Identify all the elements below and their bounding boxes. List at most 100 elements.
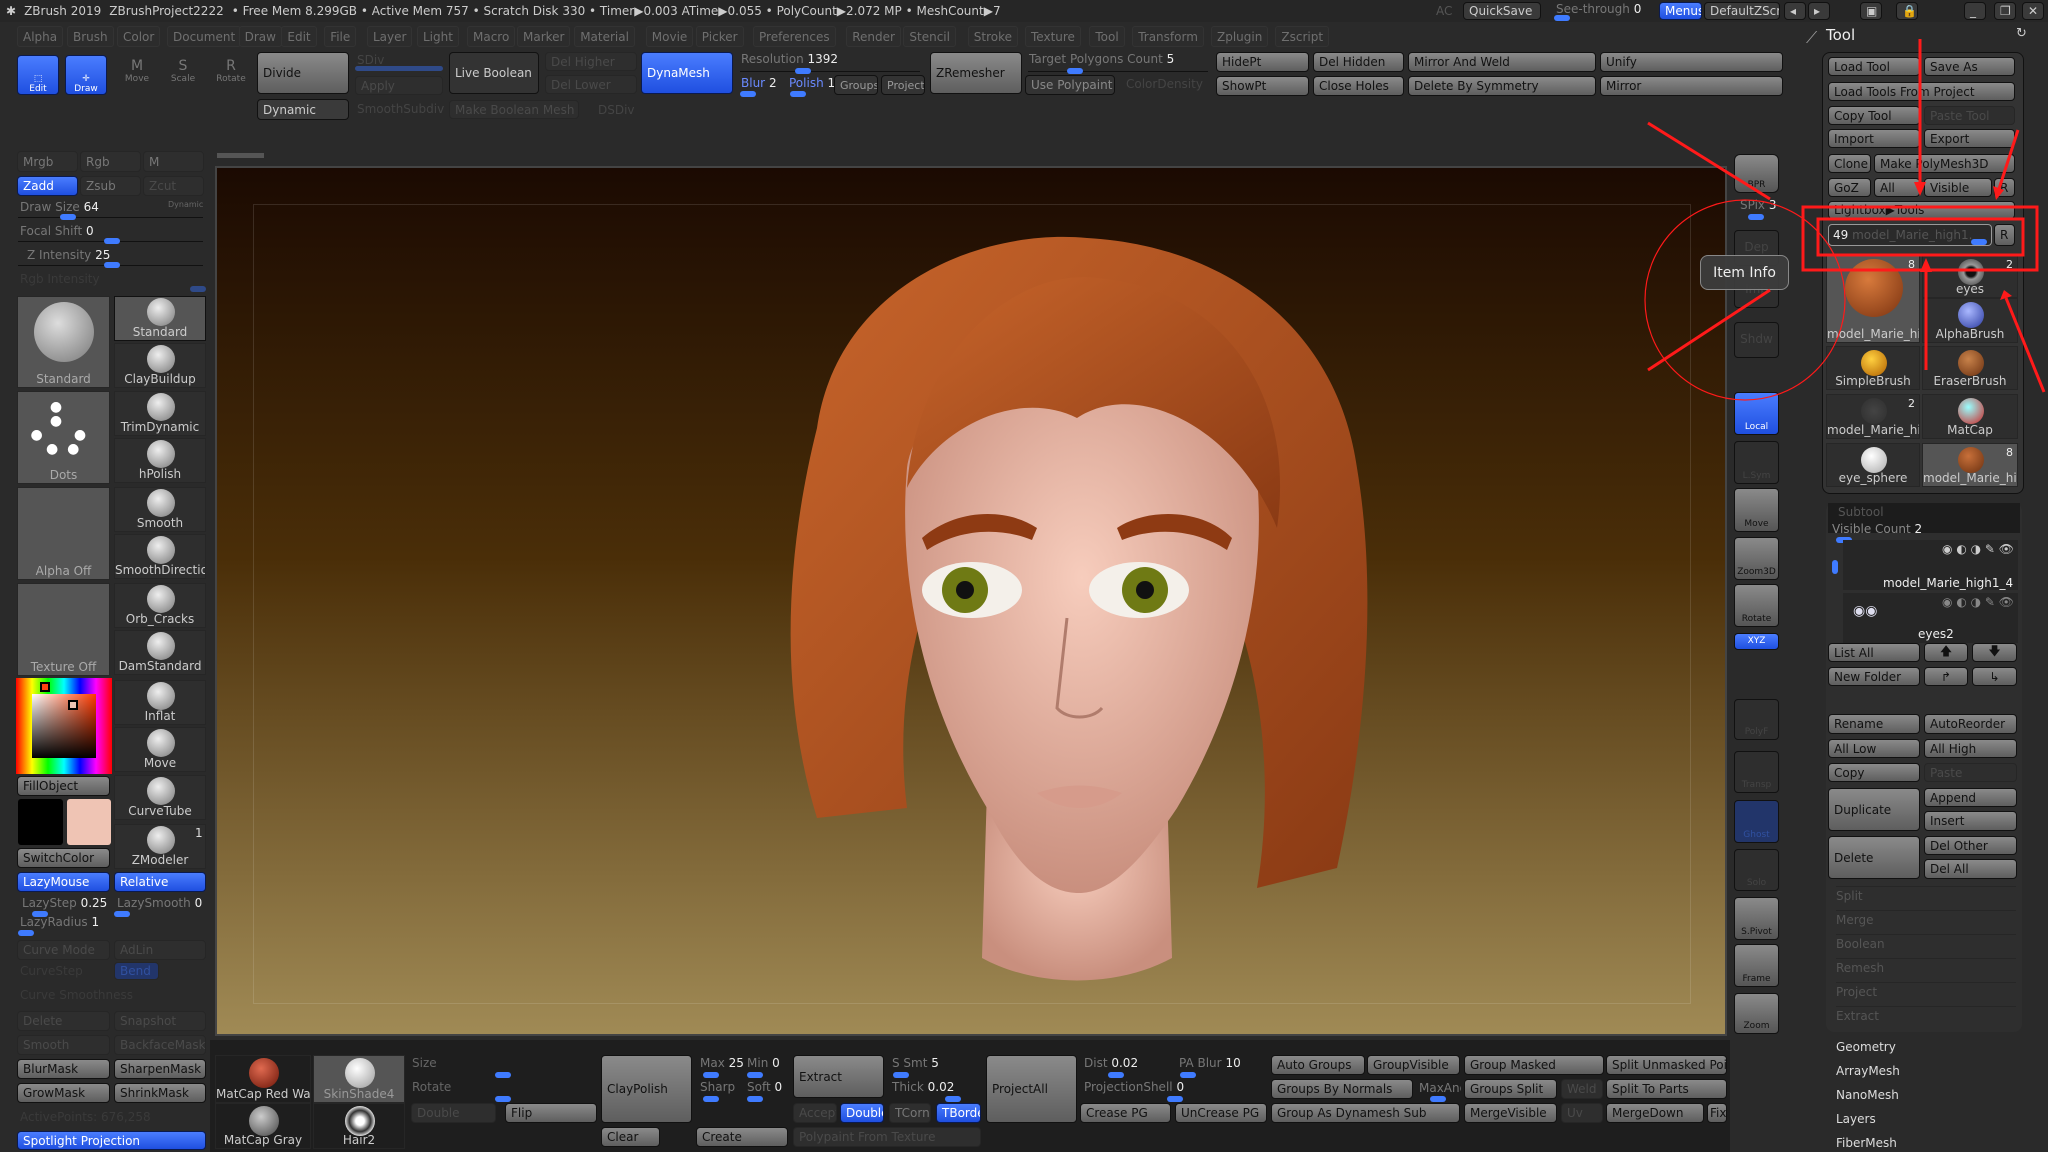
del-lower-button[interactable]: Del Lower: [545, 75, 637, 94]
local-button[interactable]: Local: [1734, 392, 1779, 435]
adlin-button[interactable]: AdLin: [114, 940, 206, 960]
lazyradius-slider[interactable]: LazyRadius 1: [20, 915, 99, 929]
subtool-section-boolean[interactable]: Boolean: [1836, 934, 2016, 951]
zoom3d-button[interactable]: Zoom3D: [1734, 537, 1779, 580]
dist-slider[interactable]: Dist 0.02: [1084, 1056, 1138, 1070]
export-button[interactable]: Export: [1924, 129, 2015, 148]
divide-button[interactable]: Divide: [257, 52, 349, 94]
menu-layer[interactable]: Layer: [367, 26, 413, 47]
dynamic-toggle[interactable]: Dynamic: [168, 200, 203, 209]
lazystep-slider[interactable]: LazyStep 0.25: [22, 896, 107, 910]
brush-hpolish[interactable]: hPolish: [114, 438, 206, 483]
delete-by-symmetry-button[interactable]: Delete By Symmetry: [1408, 76, 1596, 96]
mirror-and-weld-button[interactable]: Mirror And Weld: [1408, 52, 1596, 72]
curvestep-slider[interactable]: CurveStep: [20, 964, 83, 978]
menu-texture[interactable]: Texture: [1025, 26, 1081, 47]
material-matcap-gray[interactable]: MatCap Gray: [215, 1103, 311, 1149]
bend-button[interactable]: Bend: [114, 962, 159, 980]
group-masked-button[interactable]: Group Masked: [1464, 1055, 1604, 1075]
subtool-item[interactable]: ◉◉ eyes2 ◉ ◐ ◑ ✎ 👁: [1843, 593, 2018, 643]
list-all-button[interactable]: List All: [1828, 643, 1920, 662]
turn-down-arrow-icon[interactable]: ↳: [1972, 667, 2017, 686]
rename-button[interactable]: Rename: [1828, 714, 1920, 734]
sharp-slider[interactable]: Sharp: [700, 1080, 735, 1094]
subtool-section-merge[interactable]: Merge: [1836, 910, 2016, 927]
merge-down-button[interactable]: MergeDown: [1606, 1103, 1704, 1123]
fill-object-button[interactable]: FillObject: [17, 776, 110, 796]
fix-button[interactable]: Fix: [1707, 1103, 1727, 1123]
zcut-button[interactable]: Zcut: [143, 176, 204, 196]
alpha-button[interactable]: Alpha Off: [17, 487, 110, 580]
goz-r-button[interactable]: R: [1994, 178, 2015, 197]
brush-orb_cracks[interactable]: Orb_Cracks: [114, 583, 206, 628]
curve-mode-button[interactable]: Curve Mode: [17, 940, 110, 960]
uncrease-pg-button[interactable]: UnCrease PG: [1175, 1103, 1267, 1123]
spix-slider[interactable]: SPix 3: [1740, 198, 1777, 212]
mirror-button[interactable]: Mirror: [1600, 76, 1783, 96]
rotate-view-button[interactable]: Rotate: [1734, 584, 1779, 627]
append-button[interactable]: Append: [1924, 788, 2017, 807]
canvas[interactable]: [215, 166, 1727, 1036]
menu-document[interactable]: Document: [167, 26, 242, 47]
focal-shift-slider[interactable]: Focal Shift 0: [20, 224, 94, 238]
spotlight-projection-button[interactable]: Spotlight Projection: [17, 1131, 206, 1150]
copy-subtool-button[interactable]: Copy: [1828, 763, 1920, 782]
autoreorder-button[interactable]: AutoReorder: [1924, 714, 2017, 734]
sharpenmask-button[interactable]: SharpenMask: [114, 1059, 206, 1079]
minimize-icon[interactable]: _: [1964, 2, 1986, 20]
duplicate-button[interactable]: Duplicate: [1828, 788, 1920, 831]
current-brush-button[interactable]: Standard: [17, 296, 110, 388]
subpalette-layers[interactable]: Layers: [1836, 1112, 1876, 1126]
solo-button[interactable]: Solo: [1734, 849, 1779, 891]
lightbox-tools-button[interactable]: Lightbox▶Tools: [1828, 201, 2015, 219]
tcorner-button[interactable]: TCorne: [889, 1103, 931, 1123]
live-boolean-button[interactable]: Live Boolean: [449, 52, 539, 94]
menu-stroke[interactable]: Stroke: [967, 26, 1019, 47]
menu-movie[interactable]: Movie: [645, 26, 694, 47]
brush-inflat[interactable]: Inflat: [114, 680, 206, 725]
maxangle-slider[interactable]: MaxAng: [1419, 1081, 1461, 1095]
import-button[interactable]: Import: [1828, 129, 1920, 148]
move-up-arrow-icon[interactable]: 🡅: [1924, 643, 1968, 662]
scale-button[interactable]: S Scale: [163, 58, 203, 84]
dynamic-button[interactable]: Dynamic: [257, 99, 349, 120]
sdiv-slider[interactable]: SDiv: [357, 53, 384, 67]
menu-transform[interactable]: Transform: [1132, 26, 1204, 47]
brush-claybuildup[interactable]: ClayBuildup: [114, 343, 206, 388]
m-button[interactable]: M: [143, 151, 204, 172]
goz-all-button[interactable]: All: [1874, 178, 1920, 197]
smooth-mask-button[interactable]: Smooth: [17, 1035, 110, 1055]
apply-button[interactable]: Apply: [355, 76, 443, 95]
brush-move[interactable]: Move: [114, 727, 206, 772]
soft-slider[interactable]: Soft 0: [747, 1080, 782, 1094]
crease-pg-button[interactable]: Crease PG: [1080, 1103, 1171, 1123]
rgb-intensity-slider[interactable]: Rgb Intensity: [20, 272, 100, 286]
min-slider[interactable]: Min 0: [747, 1056, 780, 1070]
insert-button[interactable]: Insert: [1924, 811, 2017, 831]
texture-button[interactable]: Texture Off: [17, 583, 110, 676]
brush-zmodeler[interactable]: ZModeler: [114, 824, 206, 869]
draw-size-slider[interactable]: Draw Size 64: [20, 200, 99, 214]
ssmt-slider[interactable]: S Smt 5: [892, 1056, 939, 1070]
hidept-button[interactable]: HidePt: [1216, 52, 1309, 72]
brush-standard[interactable]: Standard: [114, 296, 206, 341]
showpt-button[interactable]: ShowPt: [1216, 76, 1309, 96]
smooth-subdiv-slider[interactable]: SmoothSubdiv: [357, 102, 444, 116]
subtool-section-split[interactable]: Split: [1836, 886, 2016, 903]
close-icon[interactable]: ✕: [2022, 2, 2044, 20]
tool-item[interactable]: eye_sphere: [1826, 443, 1920, 487]
turn-right-arrow-icon[interactable]: ↱: [1924, 667, 1968, 686]
zoom-button[interactable]: Zoom: [1734, 993, 1779, 1034]
tool-item[interactable]: 2 eyes: [1922, 255, 2018, 298]
paste-tool-button[interactable]: Paste Tool: [1924, 106, 2015, 125]
menu-stencil[interactable]: Stencil: [903, 26, 956, 47]
rgb-button[interactable]: Rgb: [80, 151, 141, 172]
new-folder-button[interactable]: New Folder: [1828, 667, 1920, 686]
rotate-slider[interactable]: Rotate: [412, 1080, 451, 1094]
blur-slider[interactable]: Blur 2: [741, 76, 777, 90]
polyf-button[interactable]: PolyF: [1734, 699, 1779, 740]
load-tools-from-project-button[interactable]: Load Tools From Project: [1828, 82, 2015, 101]
zsub-button[interactable]: Zsub: [80, 176, 141, 196]
subpalette-arraymesh[interactable]: ArrayMesh: [1836, 1064, 1900, 1078]
move-view-button[interactable]: Move: [1734, 488, 1779, 532]
